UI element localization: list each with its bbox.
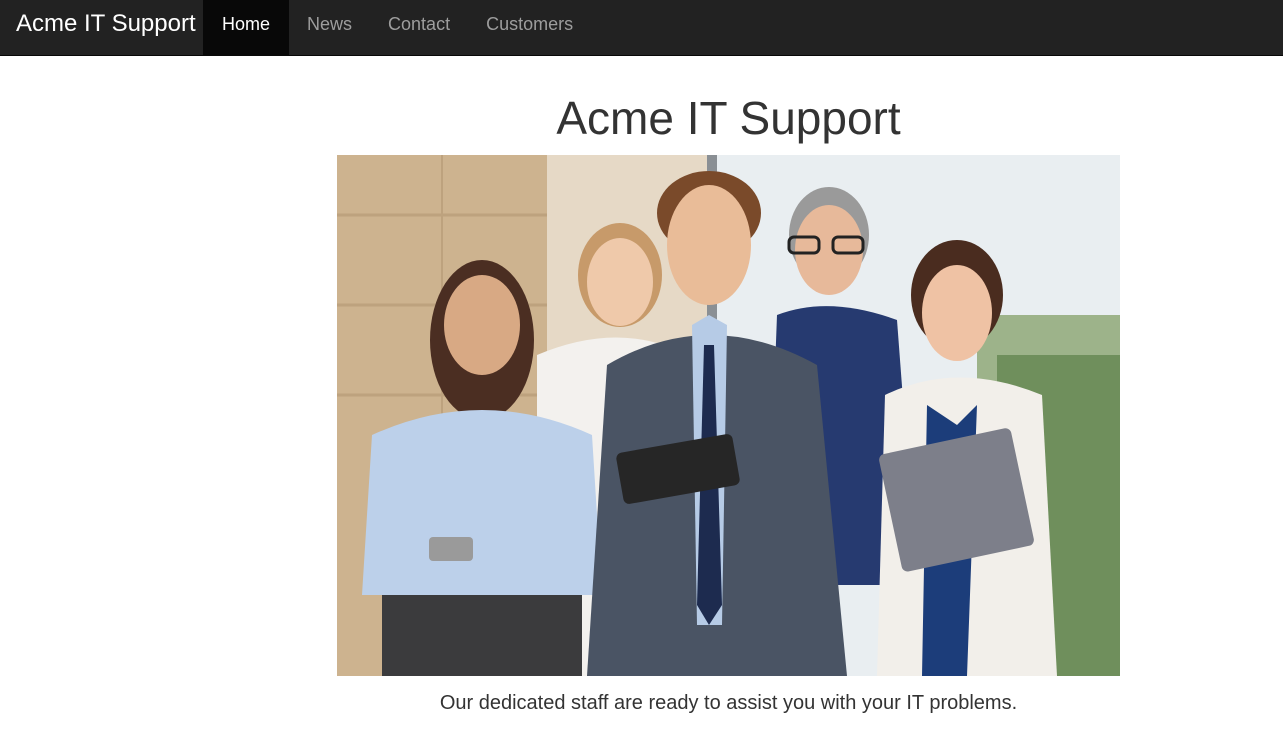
nav-menu: Home News Contact Customers xyxy=(203,0,591,56)
nav-item-contact[interactable]: Contact xyxy=(370,0,468,56)
brand-link[interactable]: Acme IT Support xyxy=(16,0,196,56)
page-title: Acme IT Support xyxy=(556,92,901,144)
nav-item-home[interactable]: Home xyxy=(203,0,290,56)
nav-item-customers[interactable]: Customers xyxy=(468,0,591,56)
top-navbar: Acme IT Support Home News Contact Custom… xyxy=(0,0,1283,56)
nav-item-news[interactable]: News xyxy=(289,0,370,56)
hero-caption: Our dedicated staff are ready to assist … xyxy=(439,692,1018,714)
team-photo xyxy=(337,155,1120,676)
